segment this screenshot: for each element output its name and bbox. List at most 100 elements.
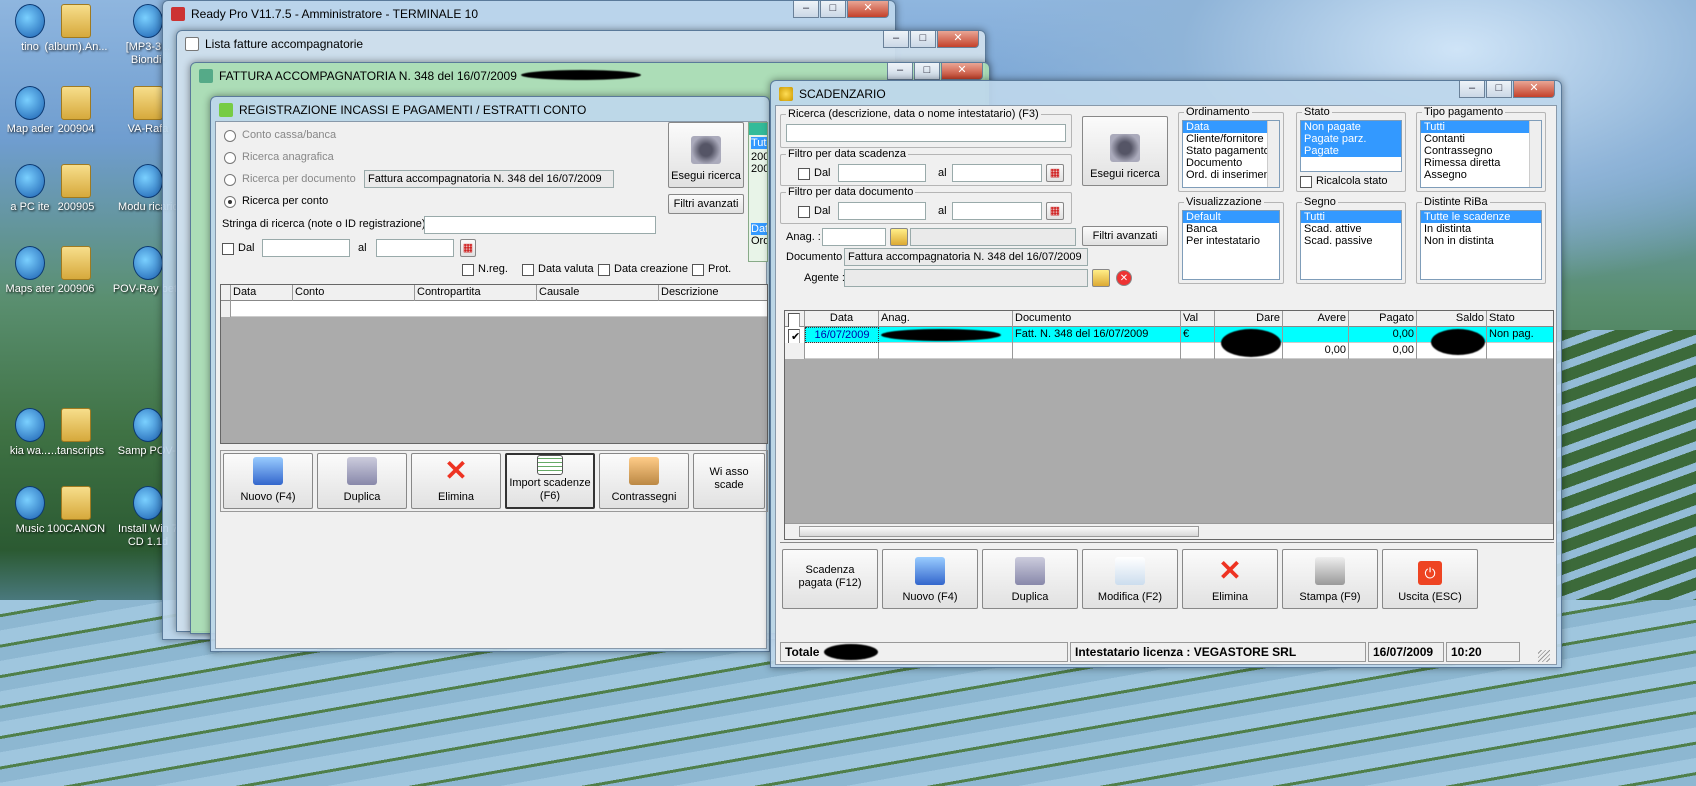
elimina-button[interactable]: ✕ Elimina <box>411 453 501 509</box>
documento-dal-input[interactable] <box>838 202 926 220</box>
list-item[interactable]: Contanti <box>1421 133 1541 145</box>
cell-stato[interactable] <box>1487 343 1553 359</box>
visualizzazione-list[interactable]: Default Banca Per intestatario <box>1182 210 1280 280</box>
list-item[interactable]: Default <box>1183 211 1279 223</box>
wizard-associa-scadenze-button[interactable]: Wi asso scade <box>693 453 765 509</box>
desktop-folder-icon[interactable]: 200906 <box>38 246 114 296</box>
row-selector[interactable] <box>785 343 805 359</box>
cell-val[interactable]: € <box>1181 327 1215 343</box>
cell-data[interactable] <box>805 343 879 359</box>
close-button[interactable]: ✕ <box>847 1 889 18</box>
row-selector[interactable] <box>221 301 231 317</box>
data-creazione-checkbox[interactable] <box>598 264 610 276</box>
documento-dal-checkbox[interactable] <box>798 206 810 218</box>
calendar-icon[interactable]: ▦ <box>1046 202 1064 220</box>
registrazione-window[interactable]: REGISTRAZIONE INCASSI E PAGAMENTI / ESTR… <box>210 96 770 652</box>
distinte-riba-list[interactable]: Tutte le scadenze In distinta Non in disti… <box>1420 210 1542 280</box>
col-descrizione[interactable]: Descrizione <box>659 285 767 301</box>
registrazioni-grid[interactable]: Data Conto Contropartita Causale Descriz… <box>220 284 768 444</box>
maximize-button[interactable]: □ <box>910 31 936 48</box>
table-row[interactable] <box>221 301 767 317</box>
list-item[interactable]: Ord. di inserimento <box>1183 169 1279 181</box>
col-documento[interactable]: Documento <box>1013 311 1181 327</box>
cell-documento[interactable] <box>1013 343 1181 359</box>
folder-open-icon[interactable] <box>890 228 908 246</box>
list-item[interactable]: Contrassegno <box>1421 145 1541 157</box>
list-item[interactable]: Tutte le scadenze <box>1421 211 1541 223</box>
row-checkbox[interactable]: ✔ <box>788 329 800 343</box>
uscita-button[interactable]: ⏻ Uscita (ESC) <box>1382 549 1478 609</box>
anag-code-input[interactable] <box>822 228 886 246</box>
segno-list[interactable]: Tutti Scad. attive Scad. passive <box>1300 210 1402 280</box>
desktop-folder-icon[interactable]: (album).An... <box>38 4 114 54</box>
cell-avere[interactable] <box>1283 327 1349 343</box>
cell-documento[interactable]: Fatt. N. 348 del 16/07/2009 <box>1013 327 1181 343</box>
folder-open-icon[interactable] <box>1092 269 1110 287</box>
list-item[interactable]: Scad. passive <box>1301 235 1401 247</box>
cell-avere[interactable]: 0,00 <box>1283 343 1349 359</box>
col-val[interactable]: Val <box>1181 311 1215 327</box>
radio-ricerca-documento[interactable] <box>224 174 236 186</box>
radio-conto-cassa[interactable] <box>224 130 236 142</box>
scadenza-dal-checkbox[interactable] <box>798 168 810 180</box>
esegui-ricerca-button[interactable]: Esegui ricerca <box>1082 116 1168 186</box>
esegui-ricerca-button[interactable]: Esegui ricerca <box>668 122 744 188</box>
dal-date-input[interactable] <box>262 239 350 257</box>
select-all-checkbox[interactable] <box>788 313 800 327</box>
list-item[interactable]: Per intestatario <box>1183 235 1279 247</box>
col-avere[interactable]: Avere <box>1283 311 1349 327</box>
filtri-avanzati-button[interactable]: Filtri avanzati <box>668 194 744 214</box>
col-stato[interactable]: Stato <box>1487 311 1553 327</box>
minimize-button[interactable]: – <box>1459 81 1485 98</box>
stringa-ricerca-input[interactable] <box>424 216 656 234</box>
radio-ricerca-anagrafica[interactable] <box>224 152 236 164</box>
cell-data[interactable]: 16/07/2009 <box>805 327 879 343</box>
list-item[interactable]: Stato pagamento <box>1183 145 1279 157</box>
row-check-cell[interactable]: ✔ <box>785 327 805 343</box>
list-item[interactable]: Non in distinta <box>1421 235 1541 247</box>
col-contropartita[interactable]: Contropartita <box>415 285 537 301</box>
radio-ricerca-conto[interactable] <box>224 196 236 208</box>
nuovo-button[interactable]: Nuovo (F4) <box>882 549 978 609</box>
elimina-button[interactable]: ✕ Elimina <box>1182 549 1278 609</box>
ricalcola-stato-checkbox[interactable] <box>1300 176 1312 188</box>
list-item[interactable]: Tutti <box>1421 121 1541 133</box>
list-item[interactable]: Pagate parz. <box>1301 133 1401 145</box>
list-item[interactable]: Assegno <box>1421 169 1541 181</box>
col-pagato[interactable]: Pagato <box>1349 311 1417 327</box>
list-item[interactable]: Data <box>1183 121 1279 133</box>
col-dare[interactable]: Dare <box>1215 311 1283 327</box>
lista-title-bar[interactable]: Lista fatture accompagnatorie <box>177 31 985 53</box>
desktop-folder-icon[interactable]: 200905 <box>38 164 114 214</box>
maximize-button[interactable]: □ <box>914 63 940 80</box>
stampa-button[interactable]: Stampa (F9) <box>1282 549 1378 609</box>
col-saldo[interactable]: Saldo <box>1417 311 1487 327</box>
list-item[interactable]: Cliente/fornitore <box>1183 133 1279 145</box>
duplica-button[interactable]: Duplica <box>317 453 407 509</box>
documento-al-input[interactable] <box>952 202 1042 220</box>
scadenza-al-input[interactable] <box>952 164 1042 182</box>
import-scadenze-button[interactable]: Import scadenze (F6) <box>505 453 595 509</box>
col-conto[interactable]: Conto <box>293 285 415 301</box>
data-valuta-checkbox[interactable] <box>522 264 534 276</box>
scrollbar-thumb[interactable] <box>799 526 1199 537</box>
desktop-folder-icon[interactable]: 100CANON <box>38 486 114 536</box>
maximize-button[interactable]: □ <box>1486 81 1512 98</box>
stato-list[interactable]: Non pagate Pagate parz. Pagate <box>1300 120 1402 172</box>
nuovo-button[interactable]: Nuovo (F4) <box>223 453 313 509</box>
ordinamento-list[interactable]: Data Cliente/fornitore Stato pagamento Docu… <box>1182 120 1280 188</box>
minimize-button[interactable]: – <box>883 31 909 48</box>
scadenze-grid[interactable]: Data Anag. Documento Val Dare Avere Paga… <box>784 310 1554 540</box>
prot-checkbox[interactable] <box>692 264 704 276</box>
ricerca-input[interactable] <box>786 124 1066 142</box>
minimize-button[interactable]: – <box>887 63 913 80</box>
nreg-checkbox[interactable] <box>462 264 474 276</box>
cell-pagato[interactable]: 0,00 <box>1349 343 1417 359</box>
contrassegni-button[interactable]: Contrassegni <box>599 453 689 509</box>
registrazione-title-bar[interactable]: REGISTRAZIONE INCASSI E PAGAMENTI / ESTR… <box>211 97 769 119</box>
col-data[interactable]: Data <box>231 285 293 301</box>
scadenza-dal-input[interactable] <box>838 164 926 182</box>
list-item[interactable]: Non pagate <box>1301 121 1401 133</box>
list-item[interactable]: In distinta <box>1421 223 1541 235</box>
calendar-icon[interactable]: ▦ <box>460 239 476 257</box>
